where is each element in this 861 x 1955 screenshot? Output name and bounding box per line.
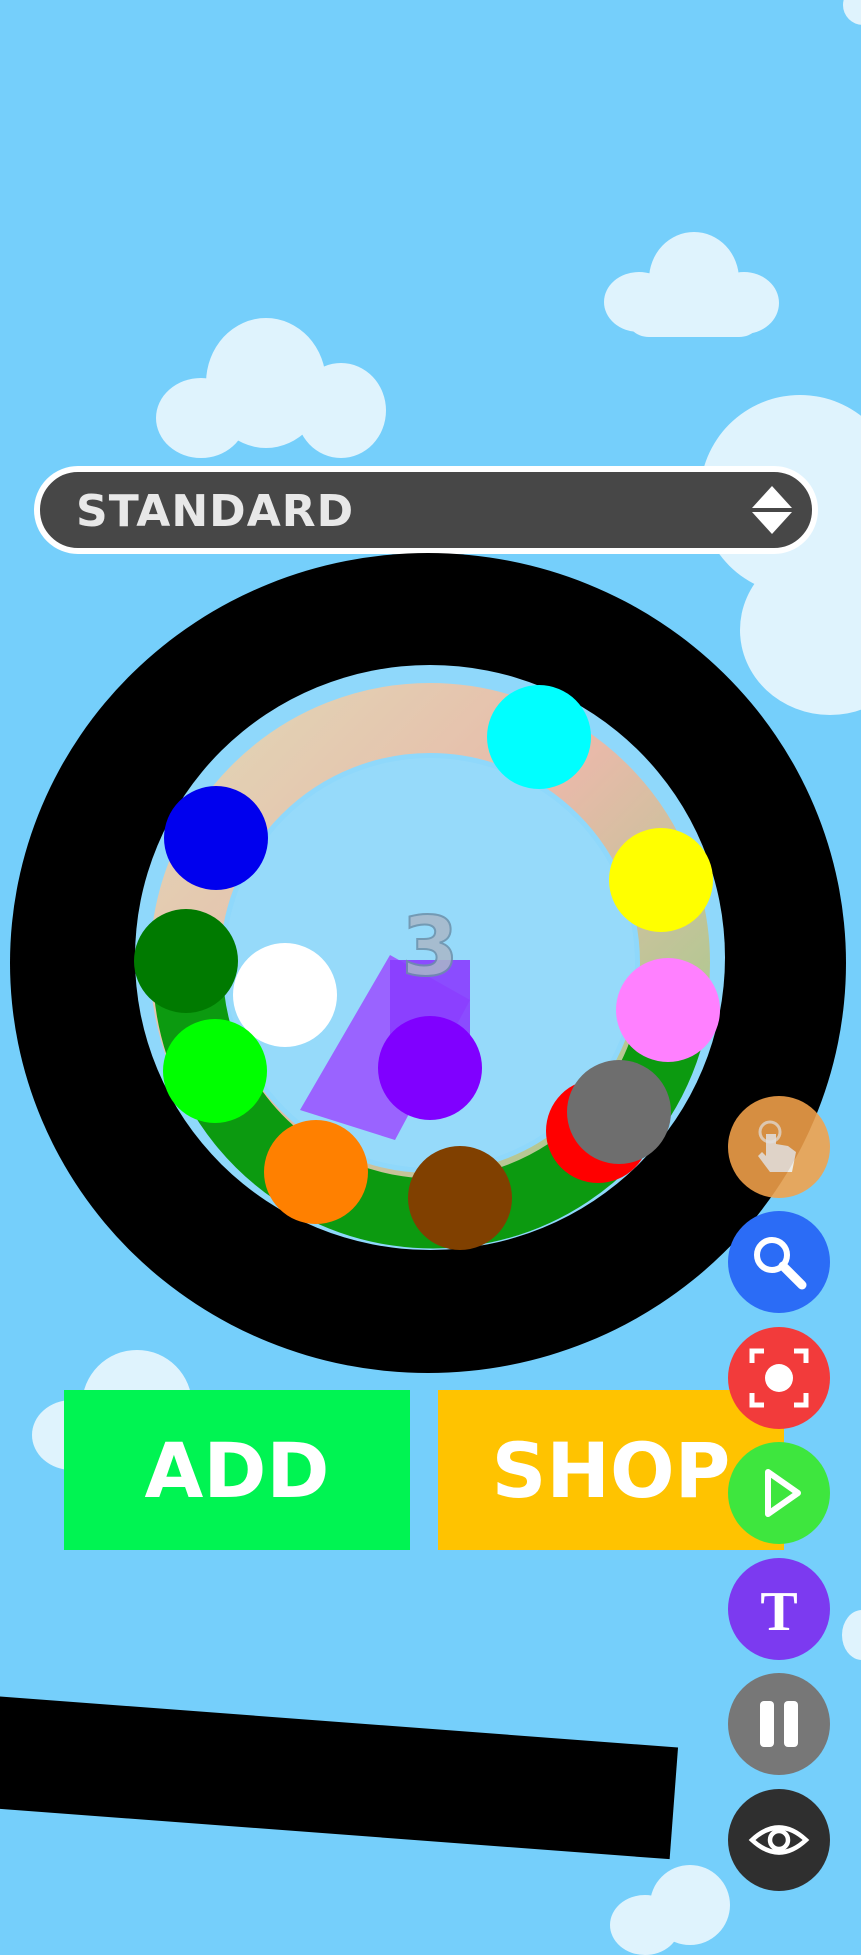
touch-button[interactable] (728, 1096, 830, 1198)
screenshot-target-icon (749, 1348, 809, 1408)
ball-green (163, 1019, 267, 1123)
play-button[interactable] (728, 1442, 830, 1544)
play-icon (765, 1469, 801, 1517)
zoom-button[interactable] (728, 1211, 830, 1313)
ball-gray (567, 1060, 671, 1164)
ball-layer (134, 685, 720, 1250)
focus-button[interactable] (728, 1327, 830, 1429)
eye-icon (748, 1825, 810, 1855)
ball-purple (378, 1016, 482, 1120)
add-button[interactable]: ADD (64, 1390, 410, 1550)
ball-blue (164, 786, 268, 890)
ball-cyan (487, 685, 591, 789)
text-t-icon: T (760, 1581, 797, 1640)
svg-text:T: T (760, 1581, 797, 1640)
text-button[interactable]: T (728, 1558, 830, 1660)
ball-yellow (609, 828, 713, 932)
ball-pink (616, 958, 720, 1062)
magnifier-icon (754, 1237, 807, 1290)
pause-button[interactable] (728, 1673, 830, 1775)
ball-brown (408, 1146, 512, 1250)
ball-orange (264, 1120, 368, 1224)
tap-hand-icon (758, 1120, 796, 1172)
ball-dark-green (134, 909, 238, 1013)
view-button[interactable] (728, 1789, 830, 1891)
pause-icon (760, 1701, 798, 1747)
